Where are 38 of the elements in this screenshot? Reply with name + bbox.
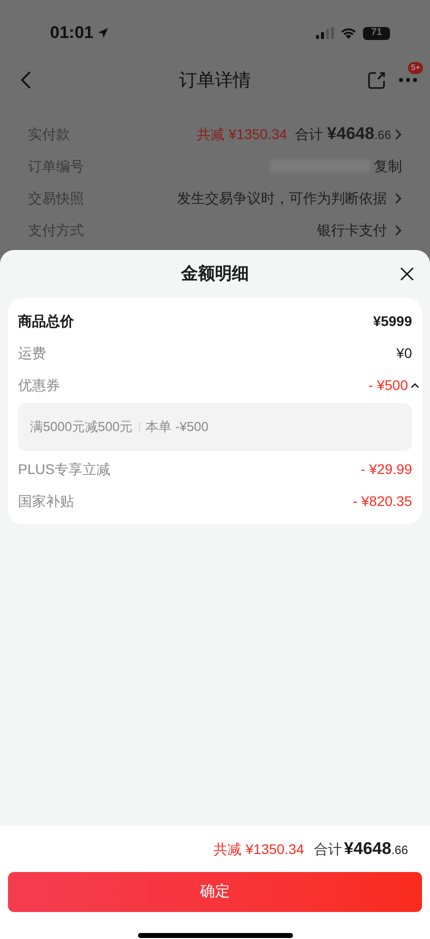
- status-time: 01:01: [50, 22, 94, 44]
- sheet-title: 金额明细: [181, 263, 249, 286]
- item-label: 优惠券: [18, 376, 60, 394]
- total-amount: ¥4648.66: [344, 838, 408, 860]
- discount-amount: 共减 ¥1350.34: [214, 840, 304, 858]
- notification-badge: 5+: [408, 62, 424, 74]
- back-icon[interactable]: [20, 70, 32, 90]
- item-label: 国家补贴: [18, 492, 74, 510]
- coupon-rule: 满5000元减500元: [30, 418, 133, 436]
- item-amount: - ¥820.35: [352, 492, 412, 510]
- chevron-right-icon: [395, 224, 402, 236]
- wifi-icon: [340, 27, 357, 39]
- more-icon[interactable]: [398, 77, 418, 83]
- chevron-right-icon: [395, 128, 402, 140]
- total-label: 合计: [314, 840, 342, 858]
- row-value: 银行卡支付: [317, 220, 387, 240]
- item-amount: - ¥500: [368, 376, 408, 394]
- location-arrow-icon: [97, 27, 110, 39]
- coupon-amount: 本单 -¥500: [146, 418, 208, 436]
- total-label: 合计: [295, 124, 324, 144]
- item-label: 商品总价: [18, 312, 74, 330]
- item-amount: - ¥29.99: [360, 460, 412, 478]
- row-value: 发生交易争议时，可作为判断依据: [177, 188, 387, 208]
- total-amount: ¥4648.66: [327, 123, 391, 145]
- item-label: PLUS专享立减: [18, 460, 111, 478]
- close-icon[interactable]: [400, 267, 414, 281]
- item-label: 运费: [18, 344, 46, 362]
- battery-indicator: 71: [363, 26, 390, 40]
- item-amount: ¥5999: [373, 312, 412, 330]
- page-title: 订单详情: [179, 68, 251, 92]
- cellular-signal-icon: [316, 27, 334, 39]
- item-amount: ¥0: [396, 344, 412, 362]
- discount-amount: 共减 ¥1350.34: [196, 124, 288, 144]
- chevron-right-icon: [395, 192, 402, 204]
- confirm-button[interactable]: 确定: [8, 872, 422, 912]
- share-icon[interactable]: [367, 70, 386, 90]
- copy-button[interactable]: 复制: [374, 156, 402, 176]
- chevron-up-icon[interactable]: [410, 382, 420, 388]
